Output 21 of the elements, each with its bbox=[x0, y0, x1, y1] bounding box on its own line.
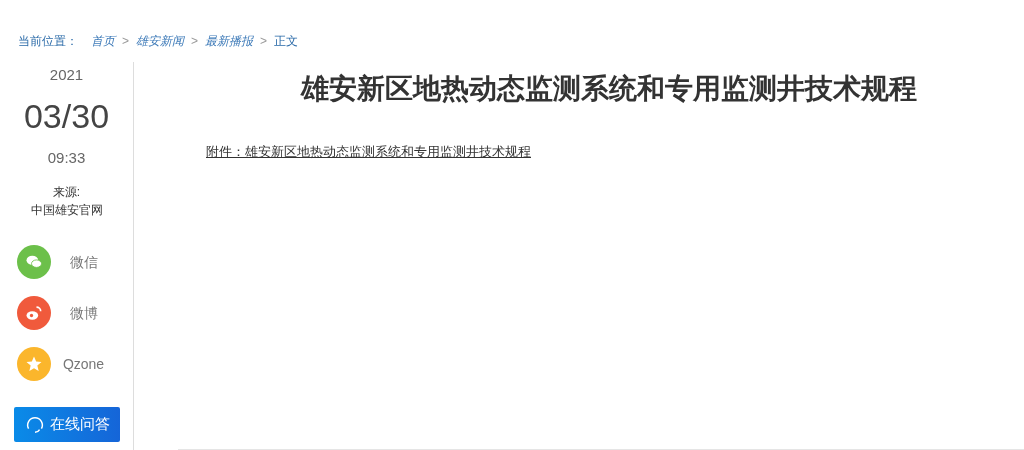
breadcrumb-link[interactable]: 首页 bbox=[91, 32, 115, 50]
breadcrumb-separator: > bbox=[191, 33, 199, 50]
eye-icon[interactable] bbox=[16, 296, 51, 330]
source-label: 来源: bbox=[52, 184, 81, 201]
article-title: 雄安新区地热动态监测系统和专用监测井技术规程 bbox=[299, 72, 918, 106]
breadcrumb-label: 当前位置： bbox=[18, 33, 78, 50]
attachment-link[interactable]: 附件：雄安新区地热动态监测系统和专用监测井技术规程 bbox=[206, 142, 531, 162]
breadcrumb-link[interactable]: 最新播报 bbox=[205, 32, 254, 50]
share-link[interactable]: 微博 bbox=[50, 302, 117, 324]
date-year: 2021 bbox=[49, 65, 84, 85]
breadcrumb-link[interactable]: 雄安新闻 bbox=[136, 32, 184, 50]
chat-bubbles-icon[interactable] bbox=[16, 245, 51, 279]
date-time: 09:33 bbox=[47, 147, 86, 168]
date-day: 03/30 bbox=[23, 98, 110, 133]
qa-button[interactable]: 在线问答 bbox=[13, 407, 120, 442]
source-name: 中国雄安官网 bbox=[30, 202, 103, 219]
breadcrumb-separator: > bbox=[260, 33, 268, 50]
breadcrumb-current: 正文 bbox=[274, 33, 299, 50]
breadcrumb-separator: > bbox=[122, 33, 129, 50]
share-link[interactable]: 微信 bbox=[50, 251, 117, 273]
share-link[interactable]: Qzone bbox=[50, 353, 117, 375]
